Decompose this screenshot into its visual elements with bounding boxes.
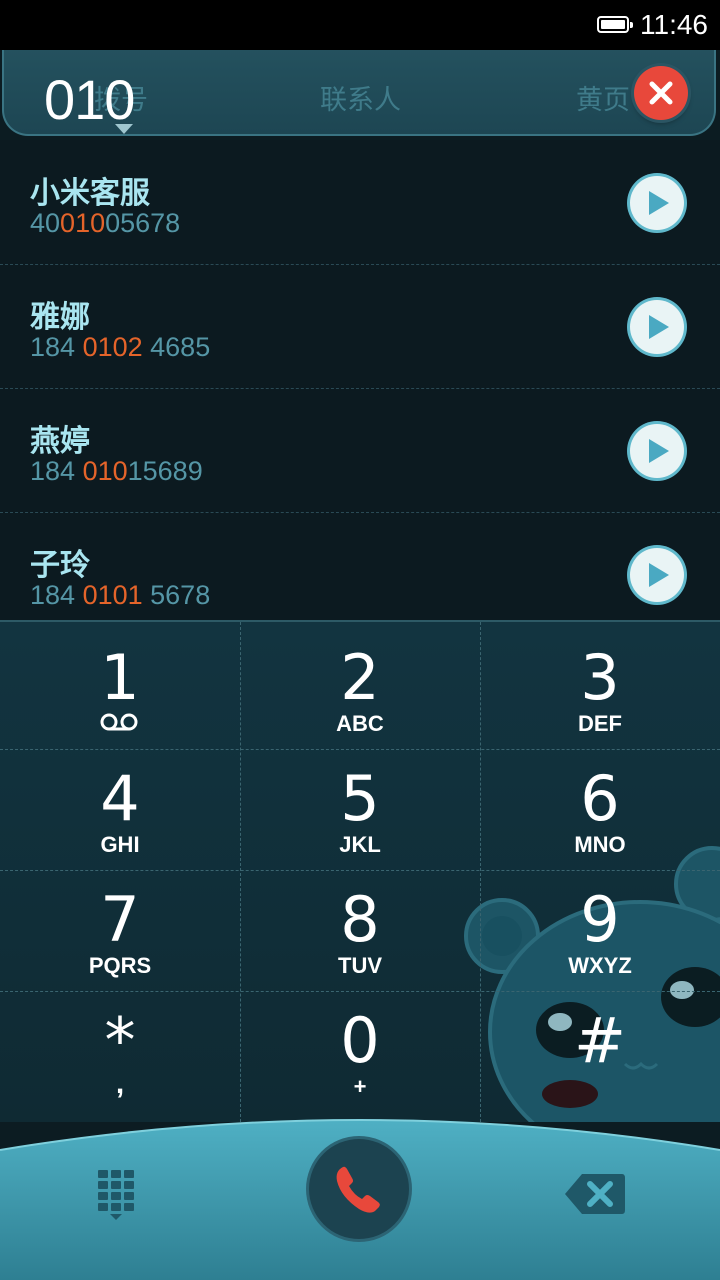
- contact-number: 184 0102 4685: [30, 332, 211, 362]
- call-play-button[interactable]: [630, 548, 684, 602]
- contact-number: 184 01015689: [30, 456, 203, 486]
- list-item[interactable]: 燕婷 184 01015689: [0, 388, 720, 513]
- tab-contacts[interactable]: 联系人: [320, 78, 401, 117]
- key-hash[interactable]: #: [480, 991, 720, 1112]
- status-clock: 11:46: [640, 9, 708, 40]
- contact-name: 子玲: [30, 548, 90, 583]
- play-icon: [649, 191, 669, 215]
- backspace-icon[interactable]: [564, 1172, 626, 1216]
- tab-bar: 拨号 联系人 黄页 010: [2, 50, 716, 136]
- list-item[interactable]: 雅娜 184 0102 4685: [0, 264, 720, 389]
- close-icon: [649, 81, 673, 105]
- phone-icon: [336, 1166, 380, 1213]
- battery-icon: [597, 16, 633, 33]
- list-item[interactable]: 子玲 184 0101 5678: [0, 512, 720, 620]
- call-button[interactable]: [309, 1139, 409, 1239]
- dialed-number-display: 010: [44, 68, 135, 131]
- call-play-button[interactable]: [630, 176, 684, 230]
- key-2[interactable]: 2 ABC: [240, 628, 480, 749]
- contact-name: 雅娜: [30, 300, 90, 335]
- dialer-header: 拨号 联系人 黄页 010: [0, 50, 720, 140]
- status-bar: 11:46: [0, 0, 720, 50]
- call-play-button[interactable]: [630, 424, 684, 478]
- match-results-list: 小米客服 4001005678 雅娜 184 0102 4685 燕婷 184 …: [0, 140, 720, 620]
- key-4[interactable]: 4 GHI: [0, 749, 240, 870]
- play-icon: [649, 563, 669, 587]
- tab-yellow-pages[interactable]: 黄页: [576, 78, 630, 117]
- play-icon: [649, 439, 669, 463]
- play-icon: [649, 315, 669, 339]
- key-7[interactable]: 7 PQRS: [0, 870, 240, 991]
- dialpad-grid-icon[interactable]: [98, 1170, 142, 1222]
- contact-name: 小米客服: [30, 176, 150, 211]
- contact-number: 184 0101 5678: [30, 580, 211, 610]
- key-0[interactable]: 0 +: [240, 991, 480, 1112]
- key-5[interactable]: 5 JKL: [240, 749, 480, 870]
- contact-name: 燕婷: [30, 424, 90, 459]
- key-8[interactable]: 8 TUV: [240, 870, 480, 991]
- clear-input-button[interactable]: [634, 66, 688, 120]
- key-star[interactable]: * ,: [0, 991, 240, 1112]
- key-3[interactable]: 3 DEF: [480, 628, 720, 749]
- dial-keypad: 1 2 ABC 3 DEF 4 GHI 5 JKL 6 MNO 7 PQRS 8…: [0, 620, 720, 1122]
- call-play-button[interactable]: [630, 300, 684, 354]
- contact-number: 4001005678: [30, 208, 181, 238]
- list-item[interactable]: 小米客服 4001005678: [0, 140, 720, 265]
- voicemail-icon: [100, 713, 138, 731]
- key-9[interactable]: 9 WXYZ: [480, 870, 720, 991]
- key-1[interactable]: 1: [0, 628, 240, 749]
- key-6[interactable]: 6 MNO: [480, 749, 720, 870]
